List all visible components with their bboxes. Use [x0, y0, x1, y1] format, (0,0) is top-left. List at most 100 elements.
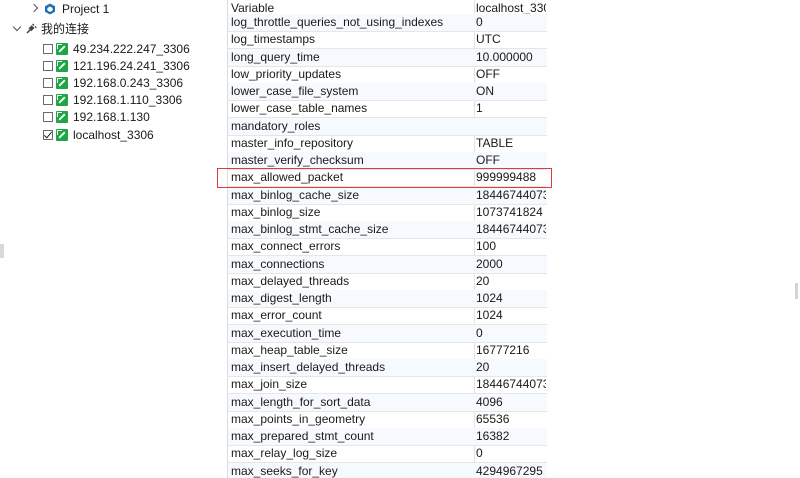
tree-node-project[interactable]: Project 1 [30, 0, 109, 17]
grid-row[interactable]: max_connections 2000 [228, 255, 547, 274]
grid-row[interactable]: max_join_size 18446744073 [228, 376, 547, 395]
variable-value-cell[interactable]: OFF [476, 66, 546, 83]
variable-name-cell[interactable]: max_binlog_size [231, 204, 471, 221]
chevron-down-icon[interactable] [12, 24, 22, 34]
variable-name-cell[interactable]: max_digest_length [231, 290, 471, 307]
grid-row[interactable]: max_allowed_packet 999999488 [228, 169, 547, 188]
variable-value-cell[interactable]: OFF [476, 152, 546, 169]
variable-value-cell[interactable]: 18446744073 [476, 187, 546, 204]
connection-checkbox[interactable] [43, 43, 53, 54]
grid-row[interactable]: log_timestamps UTC [228, 31, 547, 50]
connection-checkbox[interactable] [43, 112, 53, 123]
grid-row[interactable]: log_throttle_queries_not_using_indexes 0 [228, 14, 547, 32]
variable-name-cell[interactable]: max_error_count [231, 307, 471, 324]
variable-name-cell[interactable]: lower_case_table_names [231, 100, 471, 117]
variable-name-cell[interactable]: long_query_time [231, 49, 471, 66]
tree-node-group[interactable]: 我的连接 [12, 20, 89, 37]
variable-value-cell[interactable]: 0 [476, 445, 546, 462]
variable-value-cell[interactable]: 4294967295 [476, 463, 546, 478]
variable-name-cell[interactable]: low_priority_updates [231, 66, 471, 83]
variable-value-cell[interactable]: 1 [476, 100, 546, 117]
variable-value-cell[interactable]: 1024 [476, 290, 546, 307]
variable-name-cell[interactable]: max_binlog_cache_size [231, 187, 471, 204]
grid-row[interactable]: max_binlog_size 1073741824 [228, 204, 547, 222]
variable-value-cell[interactable]: 4096 [476, 394, 546, 411]
variable-value-cell[interactable]: ON [476, 83, 546, 100]
variable-name-cell[interactable]: max_relay_log_size [231, 445, 471, 462]
variable-value-cell[interactable]: 18446744073 [476, 221, 546, 238]
variable-name-cell[interactable]: max_delayed_threads [231, 273, 471, 290]
variable-value-cell[interactable]: 0 [476, 325, 546, 342]
variable-name-cell[interactable]: max_heap_table_size [231, 342, 471, 359]
variable-name-cell[interactable]: master_info_repository [231, 135, 471, 152]
grid-row[interactable]: master_verify_checksum OFF [228, 152, 547, 170]
grid-row[interactable]: max_length_for_sort_data 4096 [228, 393, 547, 412]
variable-value-cell[interactable] [476, 118, 546, 135]
connection-checkbox[interactable] [43, 95, 53, 106]
variable-name-cell[interactable]: max_insert_delayed_threads [231, 359, 471, 376]
variable-name-cell[interactable]: max_execution_time [231, 325, 471, 342]
variable-value-cell[interactable]: 20 [476, 273, 546, 290]
tree-node-connection[interactable]: localhost_3306 [43, 126, 154, 143]
grid-row[interactable]: max_connect_errors 100 [228, 238, 547, 257]
tree-node-connection[interactable]: 49.234.222.247_3306 [43, 40, 190, 57]
grid-row[interactable]: max_insert_delayed_threads 20 [228, 359, 547, 377]
grid-row[interactable]: lower_case_table_names 1 [228, 100, 547, 119]
variable-value-cell[interactable]: TABLE [476, 135, 546, 152]
tree-node-connection[interactable]: 121.196.24.241_3306 [43, 57, 190, 74]
variable-name-cell[interactable]: max_seeks_for_key [231, 463, 471, 478]
variable-name-cell[interactable]: max_join_size [231, 376, 471, 393]
grid-row[interactable]: max_prepared_stmt_count 16382 [228, 428, 547, 446]
variable-name-cell[interactable]: max_points_in_geometry [231, 411, 471, 428]
variable-value-cell[interactable]: 10.000000 [476, 49, 546, 66]
variable-name-cell[interactable]: mandatory_roles [231, 118, 471, 135]
grid-row[interactable]: max_binlog_stmt_cache_size 18446744073 [228, 221, 547, 239]
variable-value-cell[interactable]: 16777216 [476, 342, 546, 359]
grid-row[interactable]: max_execution_time 0 [228, 324, 547, 343]
variable-name-cell[interactable]: max_allowed_packet [231, 169, 471, 186]
tree-node-connection[interactable]: 192.168.1.110_3306 [43, 92, 182, 109]
connection-checkbox[interactable] [43, 77, 53, 88]
variable-name-cell[interactable]: max_length_for_sort_data [231, 394, 471, 411]
grid-row[interactable]: max_points_in_geometry 65536 [228, 411, 547, 429]
variable-value-cell[interactable]: 100 [476, 238, 546, 255]
connection-checkbox[interactable] [43, 129, 53, 140]
variable-name-cell[interactable]: lower_case_file_system [231, 83, 471, 100]
grid-row[interactable]: lower_case_file_system ON [228, 83, 547, 101]
connection-label: 192.168.0.243_3306 [73, 75, 184, 90]
grid-row[interactable]: master_info_repository TABLE [228, 135, 547, 153]
variable-name-cell[interactable]: max_connect_errors [231, 238, 471, 255]
grid-row[interactable]: max_digest_length 1024 [228, 290, 547, 308]
connection-checkbox[interactable] [43, 60, 53, 71]
variable-value-cell[interactable]: 18446744073 [476, 376, 546, 393]
variable-value-cell[interactable]: 20 [476, 359, 546, 376]
variable-name-cell[interactable]: max_connections [231, 256, 471, 273]
variable-name-cell[interactable]: master_verify_checksum [231, 152, 471, 169]
variable-name-cell[interactable]: log_throttle_queries_not_using_indexes [231, 14, 471, 31]
grid-row[interactable]: mandatory_roles [228, 117, 547, 136]
variable-value-cell[interactable]: UTC [476, 31, 546, 48]
grid-row[interactable]: max_error_count 1024 [228, 307, 547, 326]
right-pane-scrollbar[interactable] [795, 283, 798, 299]
variable-value-cell[interactable]: 16382 [476, 428, 546, 445]
grid-row[interactable]: long_query_time 10.000000 [228, 48, 547, 67]
variable-value-cell[interactable]: 2000 [476, 256, 546, 273]
grid-row[interactable]: max_relay_log_size 0 [228, 445, 547, 464]
variable-value-cell[interactable]: 999999488 [476, 169, 546, 186]
tree-node-connection[interactable]: 192.168.1.130 [43, 109, 150, 126]
variable-value-cell[interactable]: 65536 [476, 411, 546, 428]
chevron-right-icon[interactable] [30, 4, 40, 14]
grid-row[interactable]: max_delayed_threads 20 [228, 273, 547, 291]
grid-row[interactable]: low_priority_updates OFF [228, 66, 547, 84]
variable-name-cell[interactable]: max_prepared_stmt_count [231, 428, 471, 445]
variable-name-cell[interactable]: max_binlog_stmt_cache_size [231, 221, 471, 238]
grid-row[interactable]: max_seeks_for_key 4294967295 [228, 462, 547, 478]
left-pane-scrollbar[interactable] [0, 244, 4, 258]
variable-value-cell[interactable]: 1024 [476, 307, 546, 324]
variable-value-cell[interactable]: 0 [476, 14, 546, 31]
tree-node-connection[interactable]: 192.168.0.243_3306 [43, 74, 183, 91]
variable-value-cell[interactable]: 1073741824 [476, 204, 546, 221]
variable-name-cell[interactable]: log_timestamps [231, 31, 471, 48]
grid-row[interactable]: max_heap_table_size 16777216 [228, 342, 547, 360]
grid-row[interactable]: max_binlog_cache_size 18446744073 [228, 186, 547, 205]
